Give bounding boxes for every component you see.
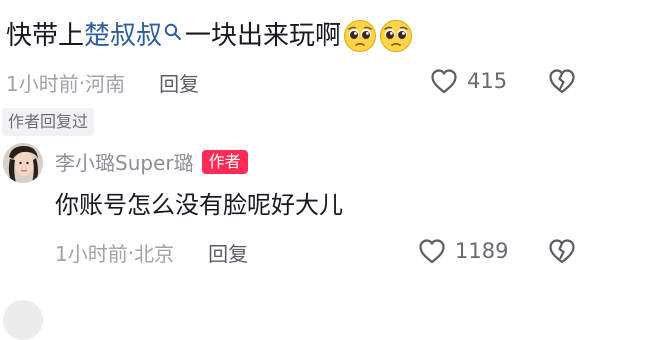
reply-user-row: 李小璐Super璐 作者	[55, 147, 248, 176]
reply-location: 北京	[134, 242, 175, 266]
comment-meta: 1小时前 · 河南 回复	[6, 68, 199, 97]
avatar-image	[3, 143, 43, 183]
reply-time: 1小时前	[55, 242, 128, 266]
reply-button[interactable]: 回复	[159, 68, 199, 97]
like-count: 1189	[455, 239, 509, 263]
comment-text-prefix: 快带上	[6, 21, 85, 51]
comment-location: 河南	[85, 72, 126, 96]
search-icon	[164, 23, 182, 40]
comment-text-suffix: 一块出来玩啊	[185, 21, 342, 51]
pleading-face-emoji-icon	[380, 20, 413, 52]
like-button[interactable]: 415	[429, 66, 507, 96]
next-avatar[interactable]	[3, 300, 43, 340]
reply-meta: 1小时前 · 北京 回复	[55, 238, 248, 267]
reply-button[interactable]: 回复	[208, 238, 248, 267]
comment-time: 1小时前	[6, 72, 79, 96]
reply-text: 你账号怎么没有脸呢好大儿	[55, 191, 343, 219]
like-count: 415	[467, 69, 508, 93]
mention-link[interactable]: 楚叔叔	[84, 18, 162, 54]
avatar[interactable]	[3, 143, 43, 183]
previous-username-cut	[16, 0, 76, 2]
broken-heart-icon[interactable]	[547, 236, 577, 266]
broken-heart-icon[interactable]	[547, 66, 577, 96]
heart-outline-icon	[419, 239, 445, 264]
author-replied-tag: 作者回复过	[2, 108, 95, 136]
heart-outline-icon	[431, 69, 457, 94]
comment-text: 快带上 楚叔叔 一块出来玩啊	[6, 18, 413, 54]
author-badge: 作者	[201, 149, 248, 174]
like-button[interactable]: 1189	[417, 236, 508, 266]
pleading-face-emoji-icon	[344, 20, 377, 52]
reply-username[interactable]: 李小璐Super璐	[55, 147, 194, 176]
